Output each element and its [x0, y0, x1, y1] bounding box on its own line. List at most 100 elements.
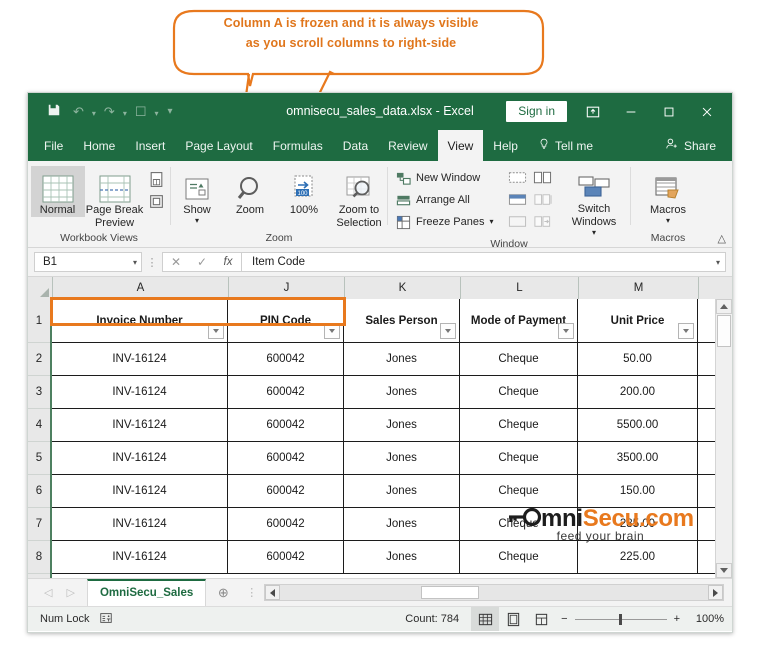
cell-M2[interactable]: 50.00 [578, 343, 698, 375]
cell-J2[interactable]: 600042 [228, 343, 344, 375]
cell-L8[interactable]: Cheque [460, 541, 578, 573]
zoom-out-button[interactable]: − [561, 613, 567, 625]
cell-A6[interactable]: INV-16124 [52, 475, 228, 507]
sheet-nav-arrows[interactable]: ◁ ▷ [28, 586, 87, 599]
cell-J8[interactable]: 600042 [228, 541, 344, 573]
zoom-slider[interactable] [574, 613, 667, 625]
macros-button[interactable]: Macros ▾ [639, 166, 697, 225]
tab-data[interactable]: Data [333, 130, 378, 161]
hide-button[interactable] [505, 189, 530, 211]
unhide-button[interactable] [505, 211, 530, 233]
cell-L2[interactable]: Cheque [460, 343, 578, 375]
tab-insert[interactable]: Insert [125, 130, 175, 161]
row-header-2[interactable]: 2 [28, 343, 50, 376]
zoom-slider-knob[interactable] [618, 613, 622, 625]
add-sheet-icon[interactable]: ⊕ [206, 585, 240, 601]
show-button[interactable]: Show ▾ [171, 166, 223, 225]
arrange-all-button[interactable]: Arrange All [393, 189, 505, 211]
row-header-3[interactable]: 3 [28, 376, 50, 409]
tab-page-layout[interactable]: Page Layout [175, 130, 262, 161]
cell-A1[interactable]: Invoice Number [52, 299, 228, 342]
freeze-panes-button[interactable]: Freeze Panes ▾ [393, 211, 505, 233]
sheet-tab-omnisecu-sales[interactable]: OmniSecu_Sales [86, 579, 207, 606]
zoom-100-button[interactable]: 100 100% [277, 166, 331, 217]
cell-K1[interactable]: Sales Person [344, 299, 460, 342]
page-layout-view-button[interactable] [145, 168, 168, 190]
page-break-preview-status-button[interactable] [527, 607, 555, 631]
column-header-M[interactable]: M [579, 277, 699, 299]
cell-M8[interactable]: 225.00 [578, 541, 698, 573]
row-header-4[interactable]: 4 [28, 409, 50, 442]
ribbon-display-options-icon[interactable] [574, 93, 612, 130]
cell-L4[interactable]: Cheque [460, 409, 578, 441]
horizontal-scroll-thumb[interactable] [421, 586, 480, 599]
cell-J5[interactable]: 600042 [228, 442, 344, 474]
filter-button-M[interactable] [678, 323, 694, 339]
cell-K8[interactable]: Jones [344, 541, 460, 573]
custom-views-button[interactable] [145, 190, 168, 212]
cell-J1[interactable]: PIN Code [228, 299, 344, 342]
cell-K4[interactable]: Jones [344, 409, 460, 441]
filter-button-L[interactable] [558, 323, 574, 339]
accessibility-icon[interactable] [99, 611, 113, 628]
formula-bar-grip[interactable]: ⋮ [142, 256, 162, 269]
insert-function-icon[interactable]: fx [215, 256, 241, 268]
row-header-8[interactable]: 8 [28, 541, 50, 574]
cell-K7[interactable]: Jones [344, 508, 460, 540]
cell-L7[interactable]: Cheque [460, 508, 578, 540]
cell-M1[interactable]: Unit Price [578, 299, 698, 342]
cell-A2[interactable]: INV-16124 [52, 343, 228, 375]
filter-button-A[interactable] [208, 323, 224, 339]
cell-L6[interactable]: Cheque [460, 475, 578, 507]
column-header-A[interactable]: A [53, 277, 229, 299]
name-box-dropdown-icon[interactable]: ▾ [133, 258, 137, 267]
cell-A8[interactable]: INV-16124 [52, 541, 228, 573]
cell-M3[interactable]: 200.00 [578, 376, 698, 408]
confirm-edit-icon[interactable]: ✓ [189, 255, 215, 269]
view-side-by-side-button[interactable] [530, 167, 555, 189]
column-header-J[interactable]: J [229, 277, 345, 299]
select-all-corner[interactable] [28, 277, 53, 299]
reset-window-position-button[interactable] [530, 211, 555, 233]
previous-sheet-icon[interactable]: ◁ [44, 586, 52, 599]
cell-K2[interactable]: Jones [344, 343, 460, 375]
column-header-K[interactable]: K [345, 277, 461, 299]
normal-view-status-button[interactable] [471, 607, 500, 631]
cancel-edit-icon[interactable]: ✕ [163, 255, 189, 269]
cell-J6[interactable]: 600042 [228, 475, 344, 507]
tab-formulas[interactable]: Formulas [263, 130, 333, 161]
cell-K6[interactable]: Jones [344, 475, 460, 507]
zoom-in-button[interactable]: + [674, 613, 680, 625]
cell-A4[interactable]: INV-16124 [52, 409, 228, 441]
cell-J7[interactable]: 600042 [228, 508, 344, 540]
macros-dropdown-icon[interactable]: ▾ [666, 217, 670, 225]
cell-A7[interactable]: INV-16124 [52, 508, 228, 540]
vertical-scrollbar[interactable] [715, 299, 732, 578]
scroll-left-button[interactable] [265, 585, 281, 600]
cell-K3[interactable]: Jones [344, 376, 460, 408]
synchronous-scrolling-button[interactable] [530, 189, 555, 211]
freeze-panes-dropdown-icon[interactable]: ▾ [489, 218, 493, 226]
sign-in-button[interactable]: Sign in [506, 101, 567, 122]
collapse-ribbon-icon[interactable]: △ [718, 232, 726, 245]
cell-L3[interactable]: Cheque [460, 376, 578, 408]
sheet-bar-splitter[interactable]: ⋮ [240, 586, 264, 599]
filter-button-J[interactable] [324, 323, 340, 339]
tab-file[interactable]: File [34, 130, 73, 161]
column-header-L[interactable]: L [461, 277, 579, 299]
cell-M6[interactable]: 150.00 [578, 475, 698, 507]
tab-tell-me[interactable]: Tell me [528, 130, 603, 161]
formula-input[interactable]: Item Code ▾ [241, 252, 726, 272]
cell-M7[interactable]: 285.00 [578, 508, 698, 540]
tab-review[interactable]: Review [378, 130, 437, 161]
filter-button-K[interactable] [440, 323, 456, 339]
tab-view[interactable]: View [437, 130, 484, 161]
page-layout-status-button[interactable] [499, 607, 527, 631]
tab-help[interactable]: Help [483, 130, 528, 161]
ribbon-tab-bar[interactable]: File Home Insert Page Layout Formulas Da… [28, 130, 732, 161]
row-header-7[interactable]: 7 [28, 508, 50, 541]
cell-L1[interactable]: Mode of Payment [460, 299, 578, 342]
normal-view-button[interactable]: Normal [30, 166, 85, 217]
zoom-to-selection-button[interactable]: Zoom to Selection [331, 166, 387, 230]
scroll-up-button[interactable] [716, 299, 732, 314]
